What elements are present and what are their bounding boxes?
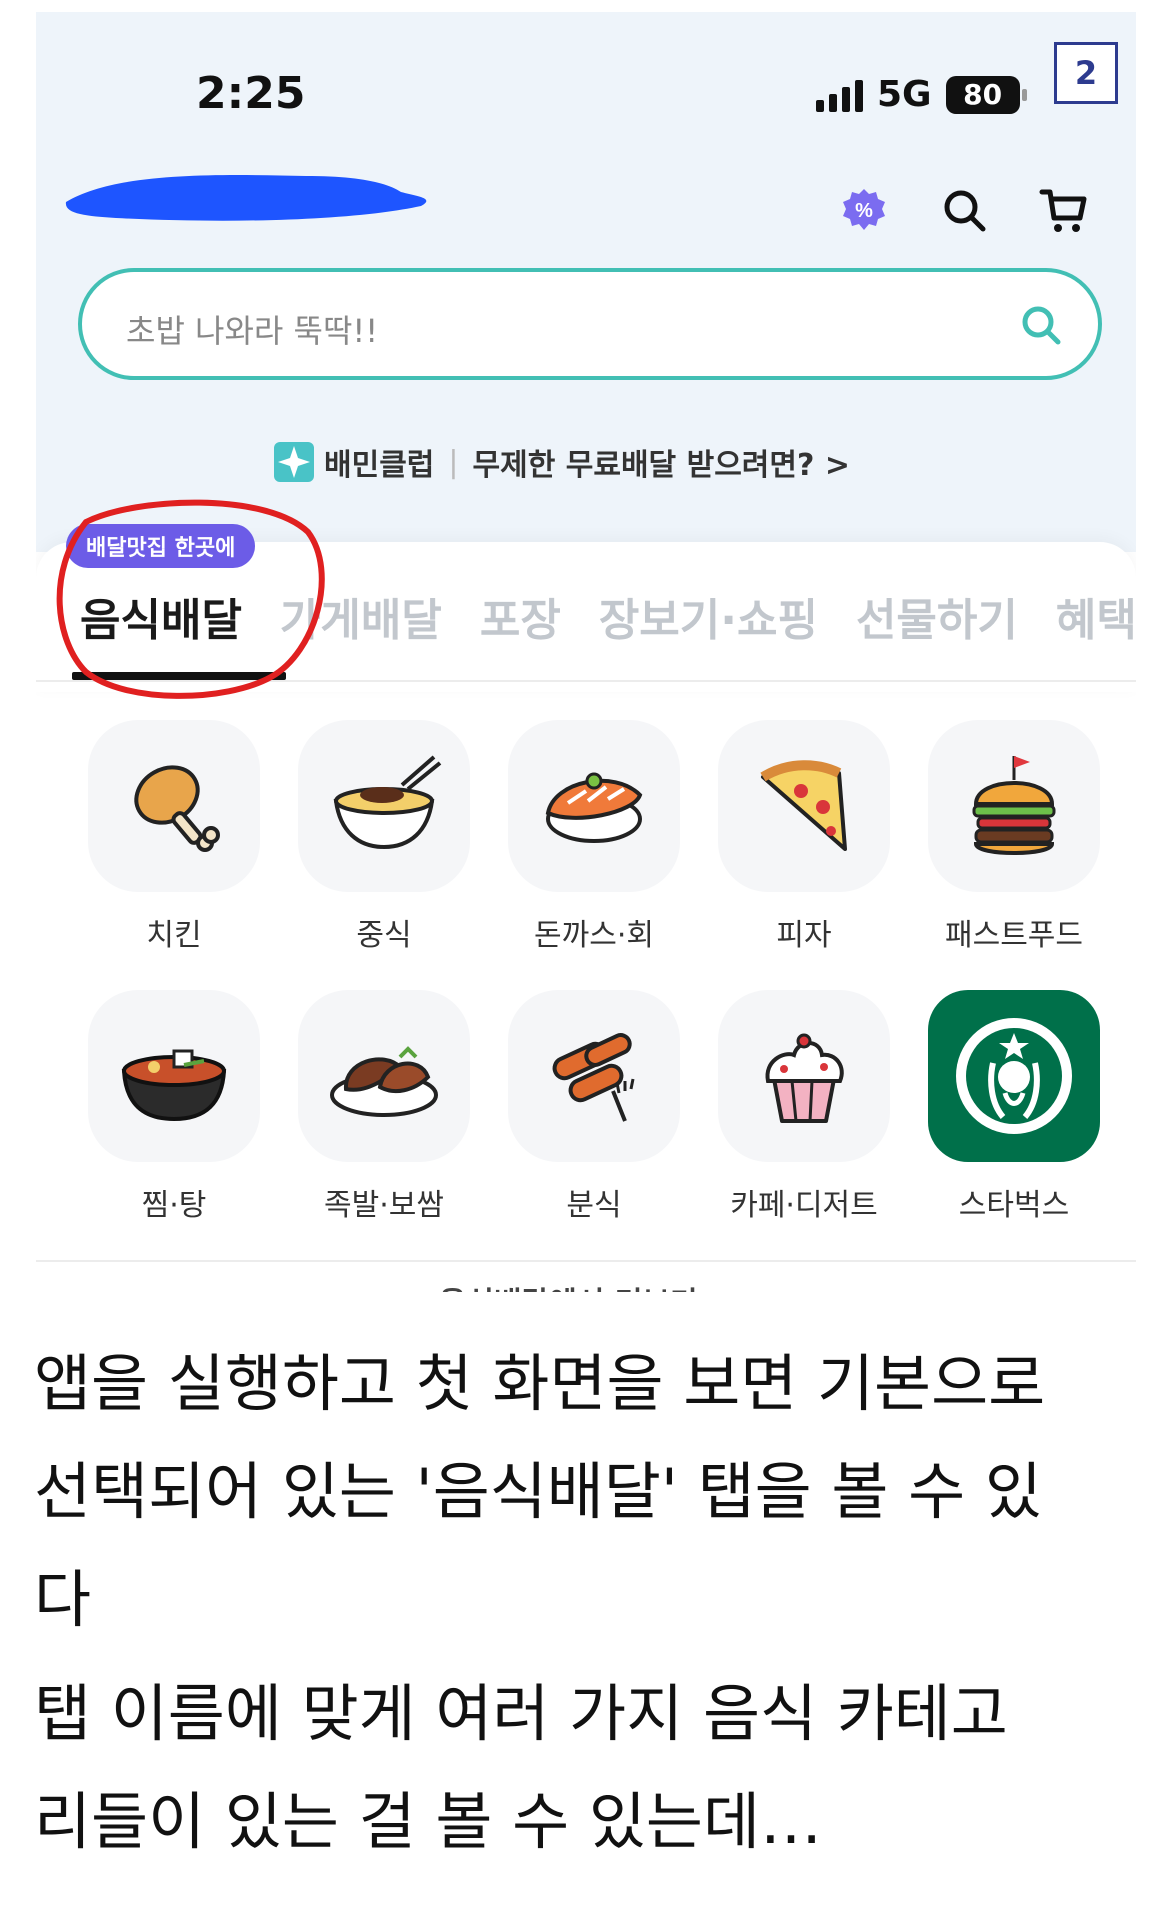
category-label: 치킨: [146, 918, 202, 953]
battery-level: 80: [963, 78, 1003, 111]
category-label: 찜·탕: [141, 1188, 207, 1223]
category-item[interactable]: 중식: [294, 720, 474, 954]
promo-separator: |: [448, 444, 459, 480]
caption-line: 앱을 실행하고 첫 화면을 보면 기본으로: [34, 1347, 1046, 1420]
search-icon[interactable]: [1018, 302, 1064, 348]
category-label: 중식: [356, 918, 412, 953]
category-item[interactable]: 치킨: [84, 720, 264, 954]
redacted-address: [65, 175, 427, 221]
category-item[interactable]: 찜·탕: [84, 990, 264, 1224]
noodles-icon: [298, 720, 470, 892]
category-item[interactable]: 피자: [714, 720, 894, 954]
category-item[interactable]: 돈까스·회: [504, 720, 684, 954]
tab-takeout[interactable]: 포장: [480, 584, 561, 648]
caption-line: 선택되어 있는 '음식배달' 탭을 볼 수 있: [34, 1455, 1042, 1528]
search-bar[interactable]: 초밥 나와라 뚝딱!!: [78, 268, 1102, 380]
svg-text:%: %: [855, 200, 873, 222]
category-label: 족발·보쌈: [324, 1188, 444, 1223]
promo-text: 무제한 무료배달 받으려면? >: [472, 448, 850, 483]
category-item[interactable]: 분식: [504, 990, 684, 1224]
header-actions: %: [836, 182, 1092, 238]
tteokbokki-icon: [508, 990, 680, 1162]
category-label: 카페·디저트: [730, 1188, 878, 1223]
category-item[interactable]: 카페·디저트: [714, 990, 894, 1224]
caption-line: 리들이 있는 걸 볼 수 있는데…: [34, 1785, 822, 1858]
search-input[interactable]: 초밥 나와라 뚝딱!!: [126, 306, 378, 352]
tab-grocery-shopping[interactable]: 장보기·쇼핑: [599, 584, 818, 648]
sushi-icon: [508, 720, 680, 892]
cart-icon[interactable]: [1036, 182, 1092, 238]
stew-icon: [88, 990, 260, 1162]
section-divider: [36, 1260, 1136, 1262]
page-number-badge: 2: [1054, 42, 1118, 104]
category-label: 스타벅스: [958, 1188, 1070, 1223]
jokbal-icon: [298, 990, 470, 1162]
signal-icon: [816, 78, 863, 112]
sparkle-icon: [274, 442, 314, 482]
category-item[interactable]: 스타벅스: [924, 990, 1104, 1224]
category-label: 패스트푸드: [945, 918, 1083, 953]
network-type: 5G: [877, 74, 932, 115]
tab-benefits[interactable]: 혜택: [1056, 584, 1136, 648]
chicken-icon: [88, 720, 260, 892]
category-item[interactable]: 족발·보쌈: [294, 990, 474, 1224]
promo-brand: 배민클럽: [324, 448, 435, 483]
starbucks-logo-icon: [928, 990, 1100, 1162]
red-circle-annotation: [56, 499, 325, 699]
category-label: 분식: [566, 1188, 622, 1223]
more-link[interactable]: 음식배달에서 더보기 >: [36, 1278, 1136, 1292]
status-time: 2:25: [196, 68, 306, 119]
app-screen: 2:25 5G 80 2 % 초밥 나와라 뚝딱!! 배민클럽 | 무제한 무료…: [36, 12, 1136, 1292]
category-label: 피자: [776, 918, 832, 953]
caption-line: 다: [34, 1563, 92, 1636]
category-label: 돈까스·회: [534, 918, 654, 953]
baemin-club-promo[interactable]: 배민클럽 | 무제한 무료배달 받으려면? >: [274, 440, 850, 484]
coupon-icon[interactable]: %: [836, 182, 892, 238]
search-icon[interactable]: [936, 182, 992, 238]
burger-icon: [928, 720, 1100, 892]
caption-line: 탭 이름에 맞게 여러 가지 음식 카테고: [34, 1677, 1008, 1750]
battery-icon: 80: [945, 75, 1027, 114]
cupcake-icon: [718, 990, 890, 1162]
category-item[interactable]: 패스트푸드: [924, 720, 1104, 954]
status-indicators: 5G 80: [816, 74, 1027, 115]
tab-gift[interactable]: 선물하기: [856, 584, 1018, 648]
pizza-icon: [718, 720, 890, 892]
